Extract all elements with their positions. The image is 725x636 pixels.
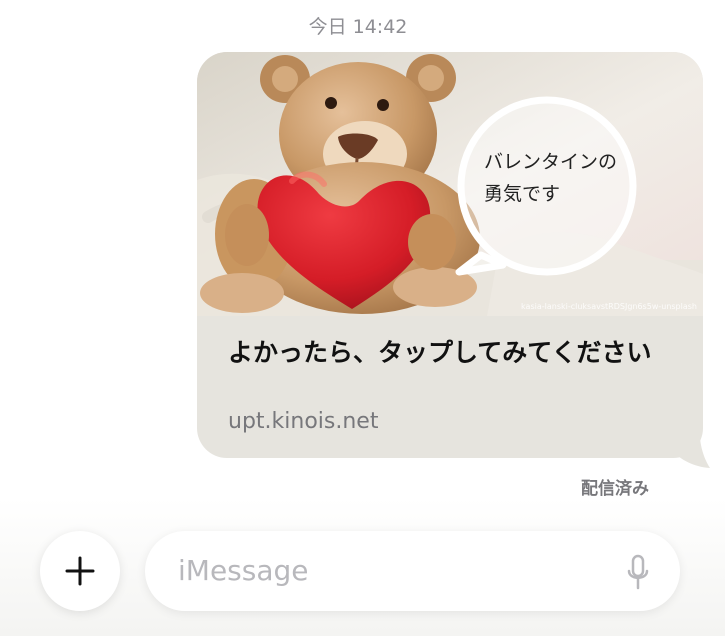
imessage-input[interactable]: iMessage (145, 531, 680, 611)
link-domain[interactable]: upt.kinois.net (228, 409, 378, 434)
teddy-bear-image[interactable]: バレンタインの 勇気です kasia-lanski-cluksavstRDSJg… (197, 52, 703, 316)
message-tail-icon (671, 420, 710, 468)
plus-icon (65, 556, 95, 586)
add-attachment-button[interactable] (40, 531, 120, 611)
message-timestamp: 今日 14:42 (308, 16, 408, 38)
image-speech-bubble-text: バレンタインの 勇気です (484, 151, 618, 205)
delivery-status: 配信済み (581, 479, 649, 499)
microphone-icon[interactable] (623, 553, 653, 593)
message-placeholder: iMessage (178, 554, 309, 587)
photo-credit: kasia-lanski-cluksavstRDSJgn6s5w-unsplas… (521, 302, 697, 311)
link-preview-bubble[interactable]: バレンタインの 勇気です kasia-lanski-cluksavstRDSJg… (197, 52, 703, 458)
link-title[interactable]: よかったら、タップしてみてください (228, 336, 668, 370)
